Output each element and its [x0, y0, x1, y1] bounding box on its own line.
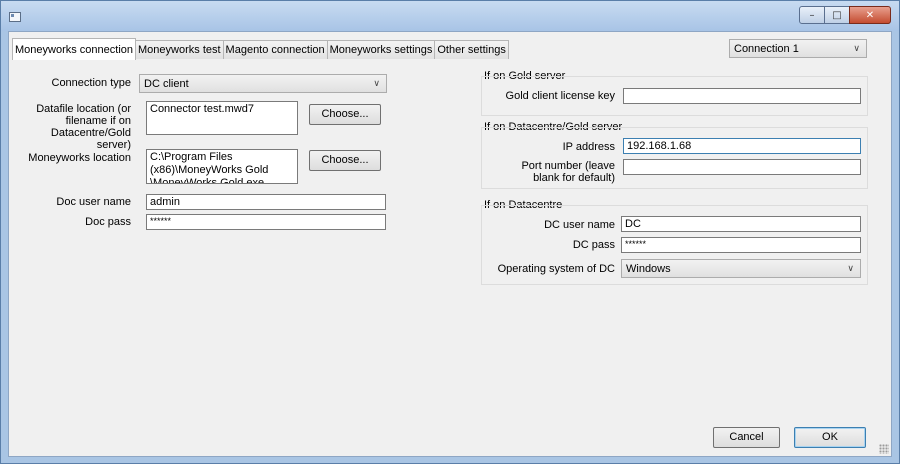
tab-label: Moneyworks test: [138, 44, 221, 56]
datafile-location-label: Datafile location (or filename if on Dat…: [19, 103, 131, 151]
moneyworks-choose-button[interactable]: Choose...: [309, 150, 381, 171]
dialog-client-area: Moneyworks connection Moneyworks test Ma…: [8, 31, 892, 457]
datafile-label-line: Datafile location (or: [36, 103, 131, 115]
gold-license-label: Gold client license key: [505, 90, 615, 102]
doc-pass-field[interactable]: ******: [146, 214, 386, 230]
moneyworks-location-field[interactable]: C:\Program Files (x86)\MoneyWorks Gold \…: [146, 149, 298, 184]
tab-label: Magento connection: [225, 44, 325, 56]
close-icon: ✕: [865, 9, 875, 21]
tab-moneyworks-settings[interactable]: Moneyworks settings: [326, 40, 436, 59]
minimize-icon: –: [809, 9, 815, 21]
port-label-line: blank for default): [533, 172, 615, 184]
datafile-label-line: Datacentre/Gold server): [50, 127, 131, 151]
dc-user-name-label: DC user name: [544, 219, 615, 231]
cancel-button[interactable]: Cancel: [713, 427, 780, 448]
datafile-choose-button[interactable]: Choose...: [309, 104, 381, 125]
moneyworks-location-label: Moneyworks location: [28, 152, 131, 164]
resize-grip[interactable]: [879, 444, 889, 454]
datafile-label-line: filename if on: [65, 115, 131, 127]
operating-system-select[interactable]: Windows ∨: [621, 259, 861, 278]
close-button[interactable]: ✕: [849, 6, 891, 24]
operating-system-value: Windows: [626, 263, 671, 275]
connection-select[interactable]: Connection 1 ∨: [729, 39, 867, 58]
datafile-location-field[interactable]: Connector test.mwd7: [146, 101, 298, 135]
doc-user-name-field[interactable]: admin: [146, 194, 386, 210]
tab-label: Moneyworks settings: [329, 44, 433, 56]
gold-license-field[interactable]: [623, 88, 861, 104]
connection-select-value: Connection 1: [734, 43, 799, 55]
tab-moneyworks-connection[interactable]: Moneyworks connection: [12, 38, 137, 60]
connection-type-label: Connection type: [51, 77, 132, 89]
maximize-button[interactable]: □: [824, 6, 850, 24]
connection-type-select[interactable]: DC client ∨: [139, 74, 387, 93]
chevron-down-icon: ∨: [853, 44, 860, 54]
port-number-field[interactable]: [623, 159, 861, 175]
tab-moneyworks-test[interactable]: Moneyworks test: [135, 40, 224, 59]
tab-magento-connection[interactable]: Magento connection: [222, 40, 328, 59]
chevron-down-icon: ∨: [373, 79, 380, 89]
tab-label: Moneyworks connection: [15, 44, 134, 56]
minimize-button[interactable]: –: [799, 6, 825, 24]
doc-pass-label: Doc pass: [85, 216, 131, 228]
chevron-down-icon: ∨: [847, 264, 854, 274]
ip-address-field[interactable]: 192.168.1.68: [623, 138, 861, 154]
tab-strip: Moneyworks connection Moneyworks test Ma…: [12, 38, 509, 60]
port-number-label: Port number (leave blank for default): [483, 160, 615, 184]
ok-button[interactable]: OK: [794, 427, 866, 448]
dc-user-name-field[interactable]: DC: [621, 216, 861, 232]
dialog-window: – □ ✕ Moneyworks connection Moneyworks t…: [0, 0, 900, 464]
title-bar[interactable]: – □ ✕: [1, 1, 899, 31]
doc-user-name-label: Doc user name: [56, 196, 131, 208]
maximize-icon: □: [832, 9, 842, 21]
ip-address-label: IP address: [562, 141, 615, 153]
tab-other-settings[interactable]: Other settings: [434, 40, 509, 59]
tab-label: Other settings: [437, 44, 506, 56]
dc-pass-label: DC pass: [572, 239, 615, 251]
app-icon: [9, 12, 21, 22]
port-label-line: Port number (leave: [521, 160, 615, 172]
window-controls: – □ ✕: [799, 6, 891, 24]
operating-system-label: Operating system of DC: [497, 263, 615, 275]
dc-pass-field[interactable]: ******: [621, 237, 861, 253]
connection-type-value: DC client: [144, 78, 189, 90]
